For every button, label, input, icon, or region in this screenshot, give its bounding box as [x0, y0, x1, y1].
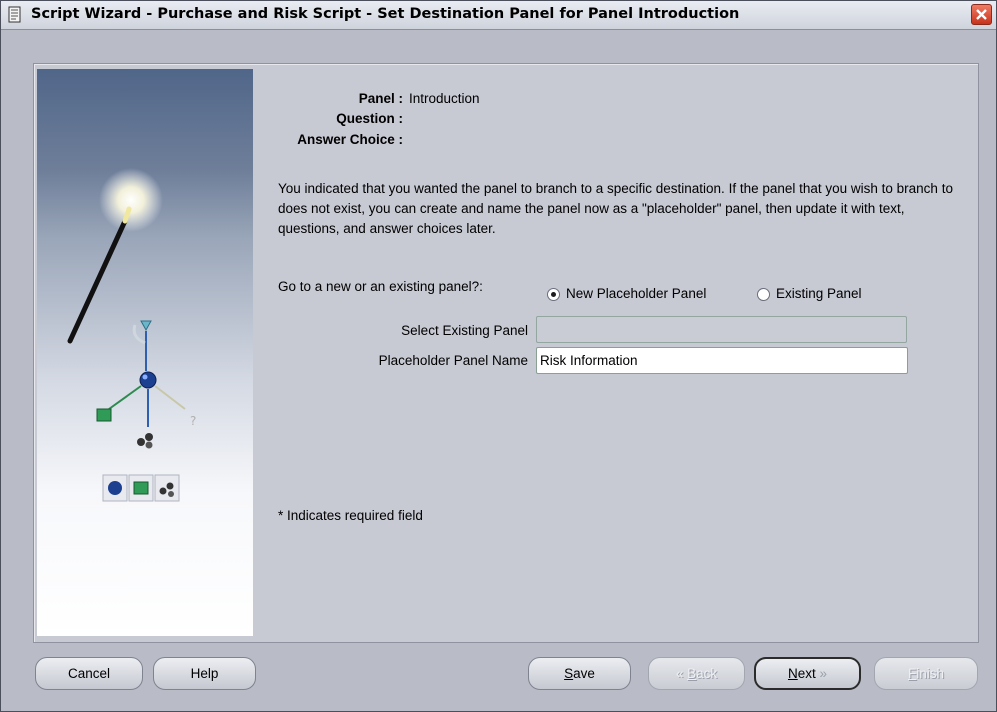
- window-title: Script Wizard - Purchase and Risk Script…: [31, 6, 740, 22]
- answer-choice-label: Answer Choice :: [297, 132, 403, 147]
- placeholder-name-label: Placeholder Panel Name: [378, 353, 528, 368]
- new-placeholder-label[interactable]: New Placeholder Panel: [566, 286, 706, 301]
- existing-panel-label[interactable]: Existing Panel: [776, 286, 862, 301]
- question-label: Question :: [336, 111, 403, 126]
- save-label: ave: [573, 666, 595, 681]
- required-field-note: * Indicates required field: [278, 508, 423, 523]
- branch-diagram-icon: ?: [96, 320, 196, 502]
- document-icon: [7, 6, 23, 24]
- script-wizard-window: Script Wizard - Purchase and Risk Script…: [0, 0, 997, 712]
- wizard-side-illustration: ?: [37, 69, 253, 636]
- back-label: ack: [696, 666, 718, 681]
- title-bar[interactable]: Script Wizard - Purchase and Risk Script…: [1, 1, 996, 30]
- placeholder-name-input[interactable]: [536, 347, 908, 374]
- finish-mnemonic: F: [907, 666, 917, 681]
- back-button: « Back: [648, 657, 745, 690]
- magic-wand-icon: [67, 168, 163, 344]
- save-button[interactable]: Save: [528, 657, 631, 690]
- panel-value: Introduction: [409, 91, 480, 106]
- panel-label: Panel :: [358, 91, 403, 106]
- existing-panel-radio[interactable]: [757, 288, 770, 301]
- new-placeholder-radio[interactable]: [547, 288, 560, 301]
- help-button[interactable]: Help: [153, 657, 256, 690]
- description-text: You indicated that you wanted the panel …: [278, 181, 953, 236]
- save-mnemonic: S: [564, 666, 574, 681]
- select-existing-label: Select Existing Panel: [401, 323, 528, 338]
- close-icon: [976, 9, 987, 20]
- destination-prompt: Go to a new or an existing panel?:: [278, 279, 483, 294]
- cancel-button[interactable]: Cancel: [35, 657, 143, 690]
- chevron-right-icon: »: [815, 666, 828, 681]
- close-button[interactable]: [971, 4, 992, 25]
- chevron-left-icon: «: [675, 666, 688, 681]
- select-existing-field: [536, 316, 907, 343]
- next-mnemonic: N: [787, 666, 798, 681]
- back-mnemonic: B: [687, 666, 697, 681]
- finish-button: Finish: [874, 657, 978, 690]
- svg-text:?: ?: [190, 414, 196, 428]
- next-label: ext: [797, 666, 816, 681]
- next-button[interactable]: Next »: [754, 657, 861, 690]
- finish-label: inish: [916, 666, 944, 681]
